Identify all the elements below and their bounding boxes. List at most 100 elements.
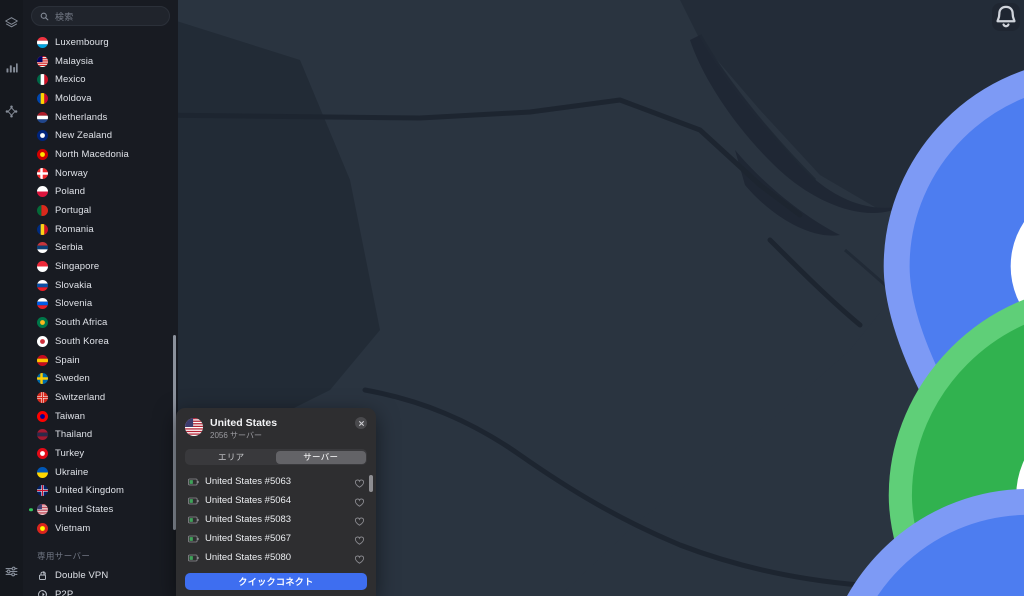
server-label: United States #5072 <box>205 571 348 572</box>
country-row[interactable]: Spain <box>23 351 178 370</box>
popup-close-button[interactable] <box>355 417 367 429</box>
country-row[interactable]: Slovakia <box>23 276 178 295</box>
country-row[interactable]: Portugal <box>23 201 178 220</box>
server-row[interactable]: United States #5064 <box>176 491 376 510</box>
search-placeholder: 検索 <box>55 11 74 22</box>
country-row[interactable]: Sweden <box>23 369 178 388</box>
country-row[interactable]: Thailand <box>23 425 178 444</box>
country-flag-icon <box>37 391 48 403</box>
country-flag-icon <box>37 186 48 198</box>
country-row[interactable]: Mexico <box>23 70 178 89</box>
country-label: Norway <box>55 167 88 179</box>
popup-tab[interactable]: エリア <box>187 451 277 464</box>
specialty-row[interactable]: Double VPN <box>23 567 178 586</box>
country-flag-icon <box>37 148 48 160</box>
server-row[interactable]: United States #5072 <box>176 567 376 572</box>
country-flag-icon <box>37 223 48 235</box>
popup-country-name: United States <box>210 417 278 429</box>
country-row[interactable]: Switzerland <box>23 388 178 407</box>
country-sidebar[interactable]: 検索 Luxembourg Malaysia Mexico Moldova Nether… <box>23 0 178 596</box>
server-load-icon <box>188 478 199 486</box>
popup-scrollbar-thumb[interactable] <box>369 475 373 492</box>
favorite-heart-icon[interactable] <box>354 514 365 526</box>
country-row[interactable]: Moldova <box>23 89 178 108</box>
notifications-button[interactable] <box>992 3 1020 31</box>
server-load-icon <box>188 497 199 505</box>
country-label: Spain <box>55 354 80 366</box>
country-row[interactable]: Serbia <box>23 239 178 258</box>
country-label: Ukraine <box>55 466 89 478</box>
country-row[interactable]: Malaysia <box>23 52 178 71</box>
country-row[interactable]: South Africa <box>23 313 178 332</box>
popup-server-list[interactable]: United States #5063 United States #5064 Un… <box>176 472 376 572</box>
country-label: Turkey <box>55 447 85 459</box>
country-row[interactable]: North Macedonia <box>23 145 178 164</box>
country-flag-icon <box>37 354 48 366</box>
popup-title-group: United States 2056 サーバー <box>210 417 277 441</box>
layers-icon <box>5 16 18 27</box>
favorite-heart-icon[interactable] <box>354 552 365 564</box>
country-label: Serbia <box>55 242 84 254</box>
stats-icon <box>6 62 18 72</box>
country-flag-icon <box>37 92 48 104</box>
country-row[interactable]: Taiwan <box>23 407 178 426</box>
favorite-heart-icon[interactable] <box>354 476 365 488</box>
country-row[interactable]: New Zealand <box>23 126 178 145</box>
specialty-label: P2P <box>55 589 74 596</box>
country-row[interactable]: Netherlands <box>23 108 178 127</box>
specialty-server-list[interactable]: Double VPN P2P <box>23 567 178 596</box>
country-detail-popup[interactable]: United States 2056 サーバー エリア サーバー United S… <box>176 408 376 596</box>
country-row[interactable]: Turkey <box>23 444 178 463</box>
double-lock-icon <box>37 570 48 581</box>
sidebar-item-map[interactable] <box>1 12 23 34</box>
sidebar-item-settings[interactable] <box>1 560 23 582</box>
mesh-icon <box>5 105 18 117</box>
specialty-row[interactable]: P2P <box>23 585 178 596</box>
server-row[interactable]: United States #5067 <box>176 529 376 548</box>
quick-connect-button[interactable]: クイックコネクト <box>185 573 367 590</box>
country-label: Romania <box>55 223 94 235</box>
sidebar-item-meshnet[interactable] <box>1 100 23 122</box>
country-label: North Macedonia <box>55 148 129 160</box>
popup-server-rows[interactable]: United States #5063 United States #5064 Un… <box>176 472 376 572</box>
favorite-heart-icon[interactable] <box>354 571 365 572</box>
marker-blue-south[interactable] <box>516 476 1024 596</box>
country-flag-icon <box>37 74 48 86</box>
favorite-heart-icon[interactable] <box>354 533 365 545</box>
country-label: South Korea <box>55 335 109 347</box>
country-label: Vietnam <box>55 522 91 534</box>
country-row[interactable]: Singapore <box>23 257 178 276</box>
country-row[interactable]: United States <box>23 500 178 519</box>
country-row[interactable]: Norway <box>23 164 178 183</box>
popup-tab-bar[interactable]: エリア サーバー <box>185 449 367 465</box>
country-row[interactable]: Slovenia <box>23 295 178 314</box>
country-label: Netherlands <box>55 111 108 123</box>
p2p-icon <box>37 589 48 596</box>
country-label: Moldova <box>55 92 92 104</box>
country-list[interactable]: Luxembourg Malaysia Mexico Moldova Netherlan… <box>23 30 178 538</box>
country-flag-icon <box>37 36 48 48</box>
country-row[interactable]: Poland <box>23 183 178 202</box>
country-flag-icon <box>37 111 48 123</box>
popup-server-count: 2056 サーバー <box>210 431 262 440</box>
country-row[interactable]: United Kingdom <box>23 482 178 501</box>
country-row[interactable]: Ukraine <box>23 463 178 482</box>
country-row[interactable]: Vietnam <box>23 519 178 538</box>
server-row[interactable]: United States #5063 <box>176 472 376 491</box>
country-row[interactable]: Romania <box>23 220 178 239</box>
country-label: United States <box>55 504 114 516</box>
popup-tab[interactable]: サーバー <box>276 450 366 464</box>
search-input[interactable]: 検索 <box>31 6 170 26</box>
country-flag-icon <box>37 466 48 478</box>
country-flag-icon <box>37 522 48 534</box>
sidebar-item-statistics[interactable] <box>1 56 23 78</box>
favorite-heart-icon[interactable] <box>354 495 365 507</box>
country-flag-icon <box>37 130 48 142</box>
server-label: United States #5080 <box>205 552 292 563</box>
country-flag-icon <box>37 261 48 273</box>
country-label: Luxembourg <box>55 36 109 48</box>
country-row[interactable]: South Korea <box>23 332 178 351</box>
server-row[interactable]: United States #5080 <box>176 548 376 567</box>
server-row[interactable]: United States #5083 <box>176 510 376 529</box>
country-row[interactable]: Luxembourg <box>23 33 178 52</box>
